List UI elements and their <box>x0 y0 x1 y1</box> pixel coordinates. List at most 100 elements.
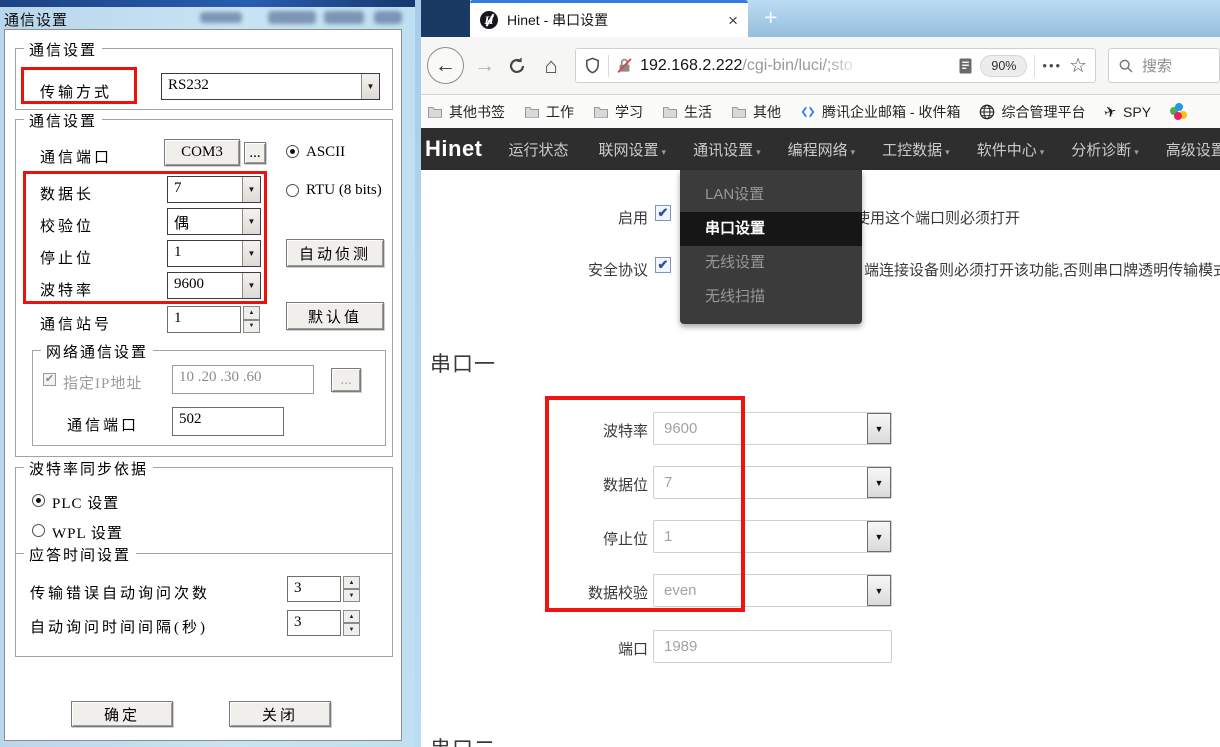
security-protocol-checkbox[interactable]: ✔ <box>655 257 671 273</box>
stop-bit-label: 停止位 <box>40 247 94 268</box>
port-field[interactable]: 1989 <box>653 630 892 663</box>
bookmark-spy[interactable]: ✈ SPY <box>1104 103 1151 121</box>
stop-bits-field-value: 1 <box>664 528 672 545</box>
menu-item-lan-settings[interactable]: LAN设置 <box>680 178 862 212</box>
spin-down-icon[interactable]: ▼ <box>343 589 360 602</box>
close-button[interactable]: 关闭 <box>229 701 331 727</box>
back-button[interactable]: ← <box>427 47 464 84</box>
nav-item-network-settings[interactable]: 联网设置▾ <box>599 139 667 160</box>
nav-item-industrial-data[interactable]: 工控数据▾ <box>882 139 950 160</box>
retry-count-spinner[interactable]: ▲ ▼ <box>343 576 360 602</box>
ascii-radio-label: ASCII <box>306 144 345 161</box>
net-port-input[interactable]: 502 <box>172 407 284 436</box>
station-spinner[interactable]: ▲ ▼ <box>243 306 260 333</box>
reader-mode-icon[interactable] <box>958 57 973 75</box>
dropdown-arrow-icon[interactable]: ▼ <box>867 521 891 552</box>
reload-button[interactable] <box>505 55 531 77</box>
data-bits-field-value: 7 <box>664 474 672 491</box>
rtu-radio[interactable] <box>286 184 299 197</box>
dropdown-arrow-icon[interactable]: ▼ <box>242 273 260 298</box>
browser-tab[interactable]: H Hinet - 串口设置 × <box>470 0 748 37</box>
bookmark-folder-other[interactable]: 其他书签 <box>427 102 505 122</box>
nav-item-run-status[interactable]: 运行状态 <box>509 139 572 160</box>
comm-port-button[interactable]: COM3 <box>164 139 240 166</box>
nav-item-software-center[interactable]: 软件中心▾ <box>977 139 1045 160</box>
auto-detect-button[interactable]: 自动侦测 <box>286 239 384 267</box>
station-input[interactable]: 1 <box>167 306 241 333</box>
transfer-mode-value: RS232 <box>162 74 361 99</box>
new-tab-button[interactable]: + <box>764 4 777 31</box>
stop-bit-select[interactable]: 1 ▼ <box>167 240 261 267</box>
spin-up-icon[interactable]: ▲ <box>243 306 260 320</box>
parity-field[interactable]: even ▼ <box>653 574 892 607</box>
retry-count-input[interactable]: 3 <box>287 576 341 602</box>
ascii-radio[interactable] <box>286 145 299 158</box>
home-button[interactable]: ⌂ <box>537 53 565 79</box>
nav-item-comm-settings[interactable]: 通讯设置▾ <box>693 139 761 160</box>
zoom-level-badge[interactable]: 90% <box>980 55 1027 77</box>
bookmark-folder-misc[interactable]: 其他 <box>731 102 781 122</box>
menu-item-wireless-scan[interactable]: 无线扫描 <box>680 280 862 314</box>
dropdown-arrow-icon[interactable]: ▼ <box>867 413 891 444</box>
dropdown-arrow-icon[interactable]: ▼ <box>867 467 891 498</box>
enable-checkbox[interactable]: ✔ <box>655 205 671 221</box>
section-title-serial-2: 串口二 <box>430 733 496 747</box>
search-box[interactable]: 搜索 <box>1108 48 1220 83</box>
bookmark-tencent-mail[interactable]: 腾讯企业邮箱 - 收件箱 <box>800 102 960 122</box>
dropdown-arrow-icon[interactable]: ▼ <box>242 209 260 234</box>
spin-up-icon[interactable]: ▲ <box>343 576 360 589</box>
plc-radio[interactable] <box>32 494 45 507</box>
url-bar[interactable]: 192.168.2.222 /cgi-bin/luci/;sto 90% •••… <box>575 48 1096 83</box>
spin-up-icon[interactable]: ▲ <box>343 610 360 623</box>
dropdown-arrow-icon[interactable]: ▼ <box>361 74 379 99</box>
dropdown-arrow-icon[interactable]: ▼ <box>867 575 891 606</box>
tencent-mail-icon <box>800 105 816 119</box>
wpl-radio[interactable] <box>32 524 45 537</box>
insecure-lock-icon[interactable] <box>616 57 633 75</box>
bookmark-label: 工作 <box>546 102 574 122</box>
data-bits-field[interactable]: 7 ▼ <box>653 466 892 499</box>
data-length-select[interactable]: 7 ▼ <box>167 176 261 203</box>
bookmark-folder-study[interactable]: 学习 <box>593 102 643 122</box>
transfer-mode-label: 传输方式 <box>40 81 112 102</box>
dropdown-arrow-icon[interactable]: ▼ <box>242 177 260 202</box>
bookmark-folder-work[interactable]: 工作 <box>524 102 574 122</box>
baud-rate-value: 9600 <box>168 273 242 298</box>
bookmark-label: SPY <box>1123 104 1151 120</box>
parity-select[interactable]: 偶 ▼ <box>167 208 261 235</box>
browser-window: H Hinet - 串口设置 × + ← → ⌂ 192.168.2.2 <box>415 0 1220 747</box>
forward-button[interactable]: → <box>472 54 498 78</box>
baud-rate-field[interactable]: 9600 ▼ <box>653 412 892 445</box>
interval-input[interactable]: 3 <box>287 610 341 636</box>
spin-down-icon[interactable]: ▼ <box>243 320 260 334</box>
colorful-app-icon[interactable] <box>1170 103 1187 120</box>
data-bits-field-label: 数据位 <box>475 474 648 495</box>
stop-bits-field[interactable]: 1 ▼ <box>653 520 892 553</box>
tab-strip: H Hinet - 串口设置 × + <box>415 0 1220 37</box>
stop-bits-field-label: 停止位 <box>475 528 648 549</box>
nav-item-programming-network[interactable]: 编程网络▾ <box>788 139 856 160</box>
menu-item-wireless-settings[interactable]: 无线设置 <box>680 246 862 280</box>
baud-rate-select[interactable]: 9600 ▼ <box>167 272 261 299</box>
hinet-favicon-icon: H <box>480 11 498 29</box>
default-value-button[interactable]: 默认值 <box>286 302 384 330</box>
interval-spinner[interactable]: ▲ ▼ <box>343 610 360 636</box>
tracking-shield-icon[interactable] <box>584 56 601 75</box>
nav-item-advanced-settings[interactable]: 高级设置 <box>1166 139 1220 160</box>
site-logo[interactable]: Hinet <box>425 136 483 162</box>
parity-field-label: 数据校验 <box>475 582 648 603</box>
bookmark-folder-life[interactable]: 生活 <box>662 102 712 122</box>
tab-close-icon[interactable]: × <box>728 12 738 29</box>
transfer-mode-select[interactable]: RS232 ▼ <box>161 73 380 100</box>
spin-down-icon[interactable]: ▼ <box>343 623 360 636</box>
ok-button[interactable]: 确定 <box>71 701 173 727</box>
bookmark-star-icon[interactable]: ☆ <box>1069 56 1087 76</box>
page-actions-icon[interactable]: ••• <box>1042 58 1062 73</box>
bookmark-label: 综合管理平台 <box>1001 102 1085 122</box>
bookmark-label: 其他书签 <box>449 102 505 122</box>
nav-item-diagnostics[interactable]: 分析诊断▾ <box>1071 139 1139 160</box>
comm-port-browse-button[interactable]: ... <box>244 142 266 164</box>
dropdown-arrow-icon[interactable]: ▼ <box>242 241 260 266</box>
bookmark-mgmt-platform[interactable]: 综合管理平台 <box>979 102 1085 122</box>
menu-item-serial-settings[interactable]: 串口设置 <box>680 212 862 246</box>
